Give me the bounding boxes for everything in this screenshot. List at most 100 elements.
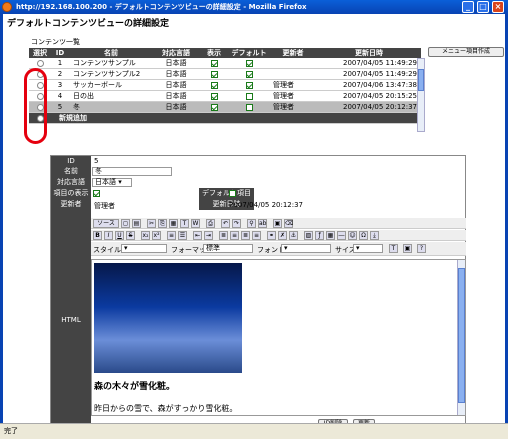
align-left-icon[interactable]: ≣: [219, 231, 228, 240]
cell-show: [199, 68, 229, 80]
format-select[interactable]: 標準: [203, 244, 253, 253]
source-button[interactable]: ソース: [93, 219, 119, 228]
table-row[interactable]: 5 冬日本語 管理者 2007/04/05 20:12:37: [29, 101, 421, 113]
cell-default: [229, 58, 269, 69]
table-row[interactable]: 4 日の出 日本語 管理者 2007/04/05 20:15:25: [29, 90, 421, 102]
table-row[interactable]: 3 サッカーボール 日本語 管理者 2007/04/06 13:47:38: [29, 79, 421, 91]
size-select[interactable]: ▾: [353, 244, 383, 253]
cell-default: [229, 90, 269, 102]
cell-id: 2: [51, 68, 69, 80]
align-justify-icon[interactable]: ≡: [252, 231, 261, 240]
bullet-list-icon[interactable]: ☰: [178, 231, 187, 240]
align-right-icon[interactable]: ≣: [241, 231, 250, 240]
print-icon[interactable]: ⎙: [206, 219, 215, 228]
smiley-icon[interactable]: ☺: [348, 231, 357, 240]
indent-icon[interactable]: ⇥: [204, 231, 213, 240]
paste-word-icon[interactable]: W: [191, 219, 200, 228]
preview-icon[interactable]: ◻: [121, 219, 130, 228]
cell-name: サッカーボール: [69, 79, 153, 91]
subscript-icon[interactable]: x₂: [141, 231, 150, 240]
table-row[interactable]: 2 コンテンツサンプル2 日本語 2007/04/05 11:49:29: [29, 68, 421, 80]
firefox-icon: [2, 2, 12, 12]
detail-id: 5: [94, 157, 99, 165]
cell-name: コンテンツサンプル2: [69, 68, 153, 80]
select-all-icon[interactable]: ▣: [273, 219, 282, 228]
rule-icon[interactable]: ―: [337, 231, 346, 240]
default-checkbox[interactable]: [229, 190, 236, 197]
table-icon[interactable]: ▦: [326, 231, 335, 240]
show-check-icon: [210, 92, 218, 100]
content-table: 選択 ID 名前 対応言語 表示 デフォルト 更新者 更新日時 1 コンテンツサン…: [29, 48, 421, 124]
cell-updater: [269, 58, 317, 69]
font-select[interactable]: ▾: [281, 244, 331, 253]
show-check-icon: [210, 103, 218, 111]
status-bar: 完了: [0, 423, 508, 439]
cell-default: [229, 68, 269, 80]
cell-show: [199, 101, 229, 113]
scroll-thumb[interactable]: [418, 69, 424, 91]
copy-icon[interactable]: ⎘: [158, 219, 167, 228]
format-value: 標準: [206, 244, 220, 252]
close-icon[interactable]: ×: [492, 1, 504, 13]
align-center-icon[interactable]: ≡: [230, 231, 239, 240]
name-input[interactable]: 冬: [92, 167, 172, 176]
add-new-row[interactable]: 新規追加: [29, 112, 421, 124]
cell-lang: 日本語: [153, 79, 199, 91]
select-radio[interactable]: [36, 59, 44, 67]
replace-icon[interactable]: ab: [258, 219, 267, 228]
table-header: 選択 ID 名前 対応言語 表示 デフォルト 更新者 更新日時: [29, 48, 421, 58]
template-icon[interactable]: ▤: [132, 219, 141, 228]
link-icon[interactable]: ⚭: [267, 231, 276, 240]
anchor-icon[interactable]: ⚓: [289, 231, 298, 240]
undo-icon[interactable]: ↶: [221, 219, 230, 228]
ordered-list-icon[interactable]: ≡: [167, 231, 176, 240]
col-date: 更新日時: [317, 48, 421, 58]
create-menu-item-button[interactable]: メニュー項目作成: [428, 47, 504, 57]
table-scrollbar[interactable]: [417, 58, 425, 132]
about-icon[interactable]: ?: [417, 244, 426, 253]
text-color-icon[interactable]: T: [389, 244, 398, 253]
paste-text-icon[interactable]: T: [180, 219, 189, 228]
special-char-icon[interactable]: Ω: [359, 231, 368, 240]
default-check-icon: [245, 81, 253, 89]
highlight-circle: [24, 68, 47, 144]
italic-icon[interactable]: I: [104, 231, 113, 240]
bold-icon[interactable]: B: [93, 231, 102, 240]
cell-date: 2007/04/06 13:47:38: [317, 79, 421, 91]
superscript-icon[interactable]: x²: [152, 231, 161, 240]
find-icon[interactable]: ⚲: [247, 219, 256, 228]
paste-icon[interactable]: ▦: [169, 219, 178, 228]
redo-icon[interactable]: ↷: [232, 219, 241, 228]
style-select[interactable]: ▾: [121, 244, 167, 253]
cell-id: 5: [51, 101, 69, 113]
outdent-icon[interactable]: ⇤: [193, 231, 202, 240]
bg-color-icon[interactable]: ▣: [403, 244, 412, 253]
editor-scrollbar[interactable]: [457, 260, 465, 415]
add-new-label: 新規追加: [51, 112, 421, 124]
show-checkbox[interactable]: [93, 190, 100, 197]
underline-icon[interactable]: U: [115, 231, 124, 240]
window-titlebar: http://192.168.100.200 - デフォルトコンテンツビューの詳…: [0, 0, 508, 14]
unlink-icon[interactable]: ✗: [278, 231, 287, 240]
editor-scroll-thumb[interactable]: [458, 268, 465, 403]
minimize-icon[interactable]: _: [462, 1, 474, 13]
style-label: スタイル: [93, 246, 121, 254]
remove-format-icon[interactable]: ⌫: [284, 219, 293, 228]
col-id: ID: [51, 48, 69, 58]
cell-default: [229, 79, 269, 91]
default-check-icon: [245, 59, 253, 67]
page-title: デフォルトコンテンツビューの詳細設定: [7, 19, 170, 29]
table-row[interactable]: 1 コンテンツサンプル 日本語 2007/04/05 11:49:29: [29, 58, 421, 69]
lang-select[interactable]: 日本語 ▾: [92, 178, 132, 187]
pagebreak-icon[interactable]: ⤓: [370, 231, 379, 240]
maximize-icon[interactable]: □: [477, 1, 489, 13]
html-editor[interactable]: 森の木々が雪化粧。 昨日からの雪で、森がすっかり雪化粧。: [91, 259, 466, 416]
show-check-icon: [210, 70, 218, 78]
strike-icon[interactable]: S: [126, 231, 135, 240]
flash-icon[interactable]: ƒ: [315, 231, 324, 240]
image-icon[interactable]: ▨: [304, 231, 313, 240]
cell-lang: 日本語: [153, 58, 199, 69]
editor-toolbar-2: B I U S x₂ x² ≡ ☰ ⇤ ⇥ ≣ ≡ ≣ ≡ ⚭ ✗ ⚓ ▨ ƒ …: [91, 230, 466, 241]
cell-date: 2007/04/05 11:49:29: [317, 68, 421, 80]
cut-icon[interactable]: ✂: [147, 219, 156, 228]
